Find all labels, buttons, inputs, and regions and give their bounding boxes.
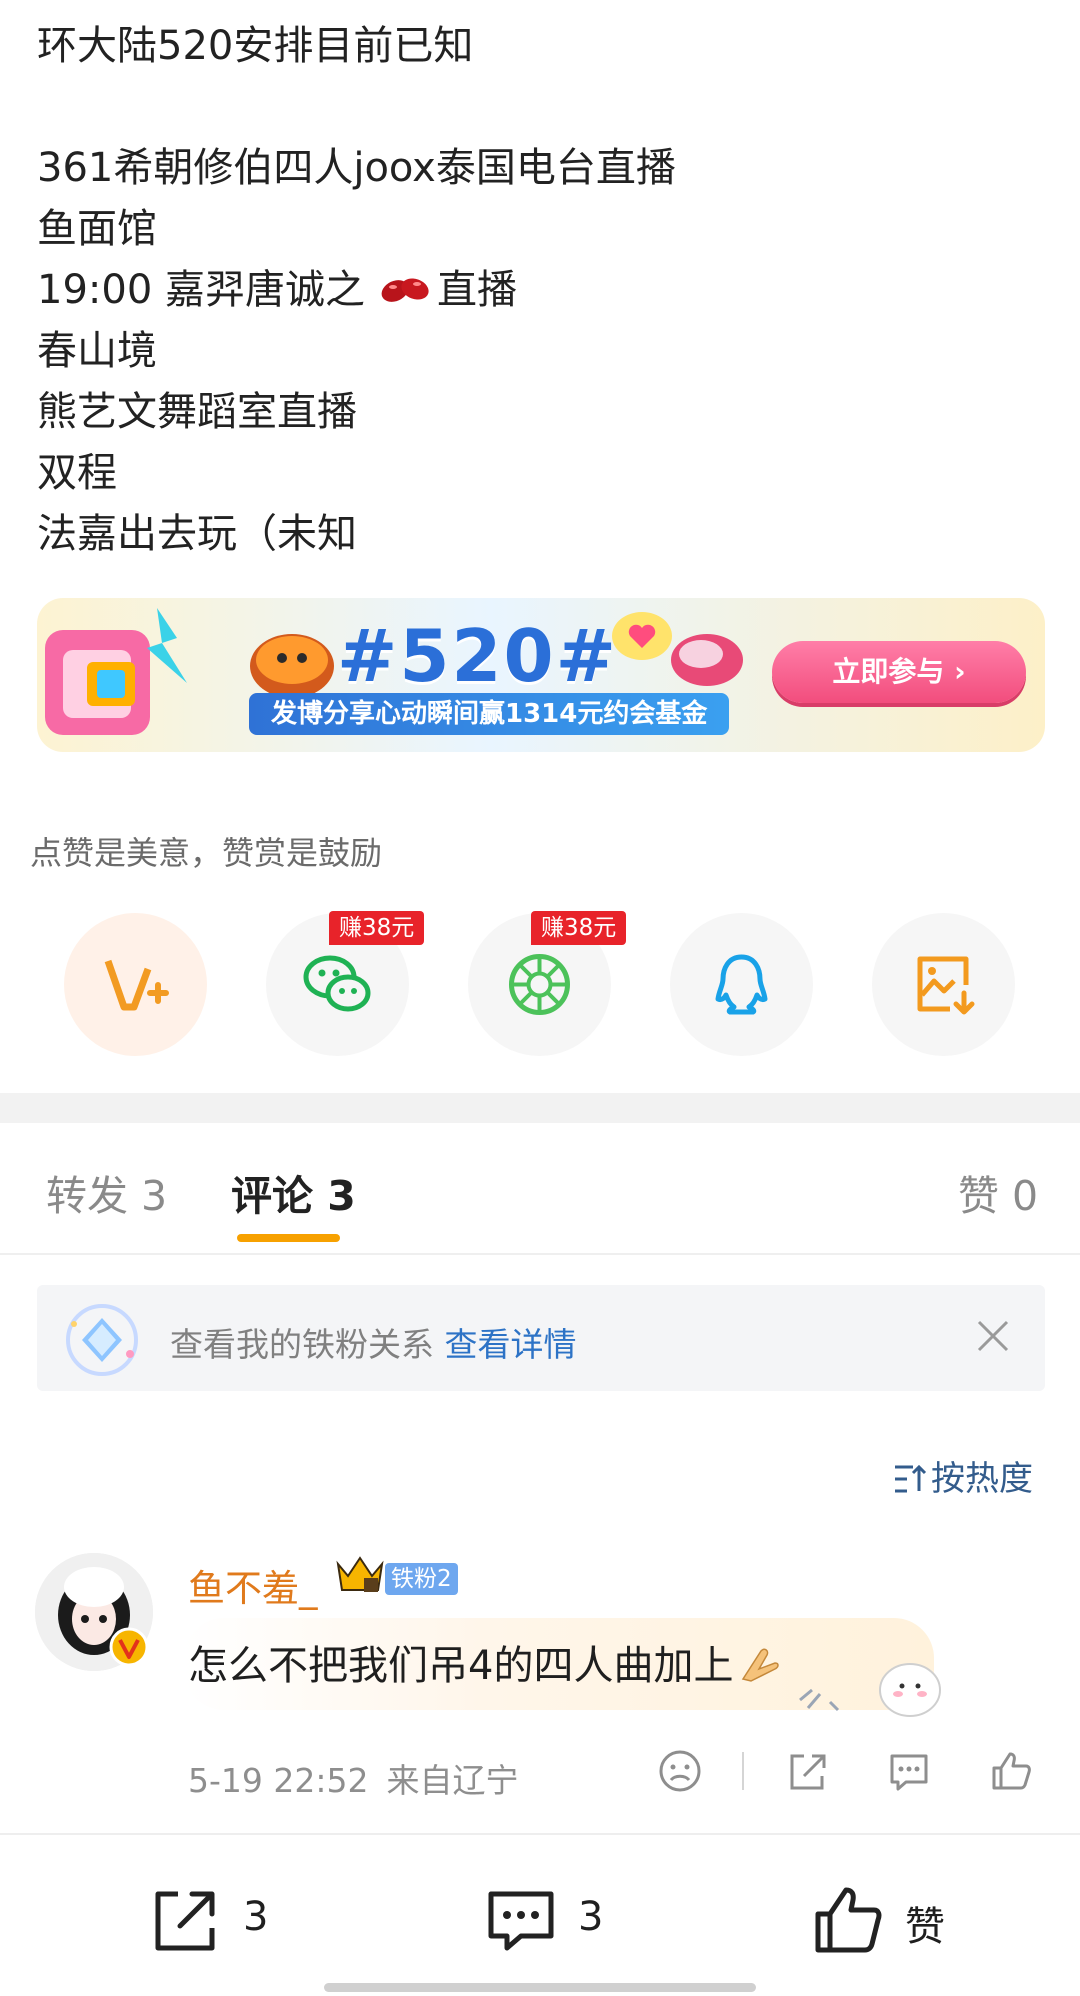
action-separator bbox=[742, 1752, 744, 1790]
moments-icon bbox=[509, 954, 570, 1015]
dislike-face-icon[interactable] bbox=[657, 1748, 703, 1794]
notice-text: 查看我的铁粉关系 bbox=[170, 1325, 445, 1364]
repost-count[interactable]: 3 bbox=[243, 1894, 268, 1940]
reward-badge: 赚38元 bbox=[329, 911, 425, 945]
diamond-fan-icon bbox=[66, 1304, 138, 1376]
pray-hands-emoji-icon bbox=[742, 1648, 780, 1682]
notice-message: 查看我的铁粉关系 查看详情 bbox=[170, 1318, 577, 1366]
comment-repost-icon[interactable] bbox=[784, 1748, 830, 1794]
bottom-bar-divider bbox=[0, 1833, 1080, 1835]
post-line-text-suffix: 直播 bbox=[437, 267, 517, 313]
wechat-icon bbox=[303, 955, 371, 1012]
post-line: 双程 bbox=[37, 450, 117, 496]
tabs-divider bbox=[0, 1253, 1080, 1255]
post-line: 环大陆520安排目前已知 bbox=[37, 23, 474, 69]
tab-likes[interactable]: 赞 0 bbox=[958, 1162, 1038, 1222]
like-icon[interactable] bbox=[810, 1882, 886, 1958]
verified-v-icon bbox=[109, 1627, 149, 1667]
tab-reposts[interactable]: 转发 3 bbox=[46, 1162, 167, 1222]
like-reward-hint: 点赞是美意，赞赏是鼓励 bbox=[30, 834, 383, 872]
post-line-with-emoji: 19:00 嘉羿唐诚之 直播 bbox=[37, 260, 676, 321]
share-weibo-v-button[interactable] bbox=[64, 913, 207, 1056]
comment-reply-icon[interactable] bbox=[886, 1748, 932, 1794]
like-label[interactable]: 赞 bbox=[905, 1894, 945, 1952]
repost-icon[interactable] bbox=[148, 1882, 224, 1958]
save-image-button[interactable] bbox=[872, 913, 1015, 1056]
post-line: 鱼面馆 bbox=[37, 206, 157, 252]
active-tab-indicator bbox=[237, 1234, 340, 1242]
cartoon-sticker-icon bbox=[799, 1663, 941, 1717]
banner-hashtag: #520# bbox=[337, 614, 618, 698]
sort-icon bbox=[895, 1464, 927, 1493]
comment-location: 来自辽宁 bbox=[386, 1761, 519, 1800]
red-bean-emoji-icon bbox=[381, 278, 429, 302]
join-now-button[interactable]: 立即参与 › bbox=[772, 641, 1026, 703]
tab-comments[interactable]: 评论 3 bbox=[231, 1162, 356, 1222]
sort-by-hot-button[interactable]: 按热度 bbox=[893, 1451, 1033, 1500]
comment-username[interactable]: 鱼不羞_ bbox=[188, 1558, 318, 1612]
home-indicator[interactable] bbox=[324, 1983, 756, 1992]
save-image-icon bbox=[917, 956, 975, 1015]
iron-fan-badge: 铁粉2 bbox=[385, 1563, 458, 1595]
post-line-text: 19:00 嘉羿唐诚之 bbox=[37, 267, 365, 313]
megaphone-icon bbox=[45, 608, 187, 735]
promo-banner[interactable]: #520# 发博分享心动瞬间赢1314元约会基金 立即参与 › bbox=[37, 598, 1045, 752]
candy-icon bbox=[671, 634, 743, 686]
sort-label: 按热度 bbox=[931, 1459, 1033, 1499]
comment-body: 怎么不把我们吊4的四人曲加上 bbox=[188, 1643, 734, 1689]
close-icon[interactable] bbox=[975, 1318, 1011, 1354]
view-details-link[interactable]: 查看详情 bbox=[445, 1325, 577, 1364]
banner-subtitle: 发博分享心动瞬间赢1314元约会基金 bbox=[249, 693, 730, 735]
comment-text: 怎么不把我们吊4的四人曲加上 bbox=[188, 1633, 781, 1691]
post-line: 法嘉出去玩（未知 bbox=[37, 511, 357, 557]
section-divider bbox=[0, 1093, 1080, 1123]
share-qq-button[interactable] bbox=[670, 913, 813, 1056]
comment-count[interactable]: 3 bbox=[578, 1894, 603, 1940]
v-plus-icon bbox=[104, 959, 169, 1011]
post-line: 361希朝修伯四人joox泰国电台直播 bbox=[37, 145, 676, 191]
crown-icon bbox=[336, 1556, 384, 1592]
qq-icon bbox=[715, 954, 768, 1015]
reward-badge: 赚38元 bbox=[531, 911, 627, 945]
post-line: 熊艺文舞蹈室直播 bbox=[37, 389, 357, 435]
comment-like-icon[interactable] bbox=[988, 1748, 1034, 1794]
post-line: 春山境 bbox=[37, 328, 157, 374]
comment-icon[interactable] bbox=[483, 1882, 559, 1958]
comment-meta: 5-19 22:52 来自辽宁 bbox=[188, 1754, 519, 1802]
post-text: 环大陆520安排目前已知 361希朝修伯四人joox泰国电台直播 鱼面馆 19:… bbox=[37, 16, 676, 565]
comment-time: 5-19 22:52 bbox=[188, 1761, 369, 1800]
